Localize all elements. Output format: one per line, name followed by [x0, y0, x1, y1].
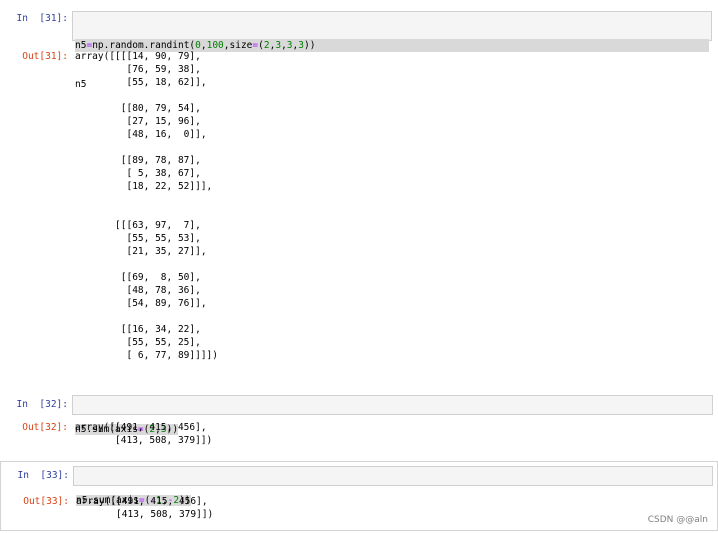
- input-prompt: In [32]:: [16, 399, 68, 410]
- cell-output: array([[491, 415, 456], [413, 508, 379]]…: [75, 422, 213, 446]
- cell-output: array([[[[14, 90, 79], [76, 59, 38], [55…: [75, 51, 218, 361]
- watermark: CSDN @@aln: [647, 515, 708, 525]
- output-prompt: Out[31]:: [22, 51, 68, 62]
- code-input[interactable]: n5=np.random.randint(0,100,size=(2,3,3,3…: [72, 11, 712, 90]
- cell-output: array([[491, 415, 456], [413, 508, 379]]…: [76, 496, 214, 520]
- output-prompt: Out[33]:: [23, 496, 69, 507]
- notebook-cell-33[interactable]: In [33]: n5.sum(axis=(-1,-2)) Out[33]: a…: [0, 461, 718, 531]
- code-input[interactable]: n5.sum(axis=(-1,-2)): [73, 466, 713, 506]
- code-input[interactable]: n5.sum(axis=(2,3)): [72, 395, 713, 435]
- input-prompt: In [31]:: [16, 13, 68, 24]
- notebook-cell-31[interactable]: In [31]: n5=np.random.randint(0,100,size…: [0, 8, 718, 388]
- notebook-cell-32[interactable]: In [32]: n5.sum(axis=(2,3)) Out[32]: arr…: [0, 392, 718, 452]
- output-prompt: Out[32]:: [22, 422, 68, 433]
- input-prompt: In [33]:: [17, 470, 69, 481]
